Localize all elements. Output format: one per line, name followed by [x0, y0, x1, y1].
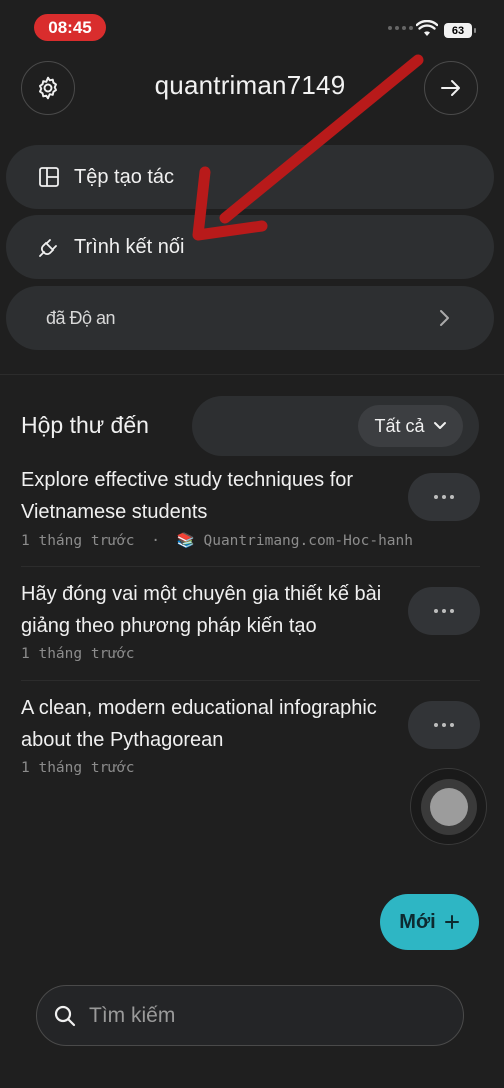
- inbox-item-source: 📚 Quantrimang.com-Hoc-hanh: [176, 533, 414, 549]
- artifacts-icon: [38, 166, 60, 188]
- menu-item-artifacts[interactable]: Tệp tạo tác: [6, 145, 494, 209]
- arrow-right-icon: [441, 80, 460, 96]
- meta-separator: ·: [151, 533, 160, 549]
- inbox-item-time: 1 tháng trước: [21, 646, 135, 662]
- username-title: quantriman7149: [154, 70, 346, 100]
- menu-item-connectors[interactable]: Trình kết nối: [6, 215, 494, 279]
- more-options-button[interactable]: [408, 701, 480, 749]
- menu-item-label: đã Độ an: [46, 307, 116, 328]
- inbox-item-title[interactable]: Hãy đóng vai một chuyên gia thiết kế bài…: [21, 578, 401, 642]
- search-icon: [54, 1005, 76, 1026]
- row-separator: [21, 680, 480, 681]
- chevron-right-icon: [440, 310, 449, 326]
- inbox-item-time: 1 tháng trước: [21, 533, 135, 549]
- inbox-title: Hộp thư đến: [21, 412, 149, 438]
- inbox-item-time: 1 tháng trước: [21, 760, 135, 776]
- more-options-button[interactable]: [408, 587, 480, 635]
- gear-icon: [39, 76, 57, 100]
- wifi-icon: [416, 20, 438, 36]
- assistive-touch-button[interactable]: [410, 768, 487, 845]
- battery-indicator: 63: [444, 23, 476, 38]
- divider: [0, 374, 504, 375]
- new-chat-button[interactable]: Mới: [380, 894, 479, 950]
- menu-item-label: Tệp tạo tác: [74, 165, 175, 188]
- inbox-item-title[interactable]: Explore effective study techniques for V…: [21, 464, 401, 528]
- filter-label: Tất cả: [374, 415, 425, 436]
- search-bar[interactable]: [36, 985, 464, 1046]
- cellular-signal-icon: [388, 26, 413, 30]
- menu-item-label: Trình kết nối: [74, 235, 185, 258]
- plug-icon: [38, 236, 60, 258]
- plus-icon: [444, 915, 459, 929]
- new-button-label: Mới: [399, 910, 436, 933]
- status-time: 08:45: [34, 14, 106, 41]
- row-separator: [21, 566, 480, 567]
- filter-dropdown[interactable]: Tất cả: [358, 405, 463, 447]
- inbox-item-meta: 1 tháng trước · 📚 Quantrimang.com-Hoc-ha…: [21, 532, 413, 549]
- more-options-button[interactable]: [408, 473, 480, 521]
- search-input[interactable]: [87, 1002, 431, 1029]
- inbox-item-title[interactable]: A clean, modern educational infographic …: [21, 692, 401, 756]
- forward-button[interactable]: [424, 61, 478, 115]
- menu-item-third[interactable]: đã Độ an: [6, 286, 494, 350]
- chevron-down-icon: [433, 422, 446, 429]
- settings-button[interactable]: [21, 61, 75, 115]
